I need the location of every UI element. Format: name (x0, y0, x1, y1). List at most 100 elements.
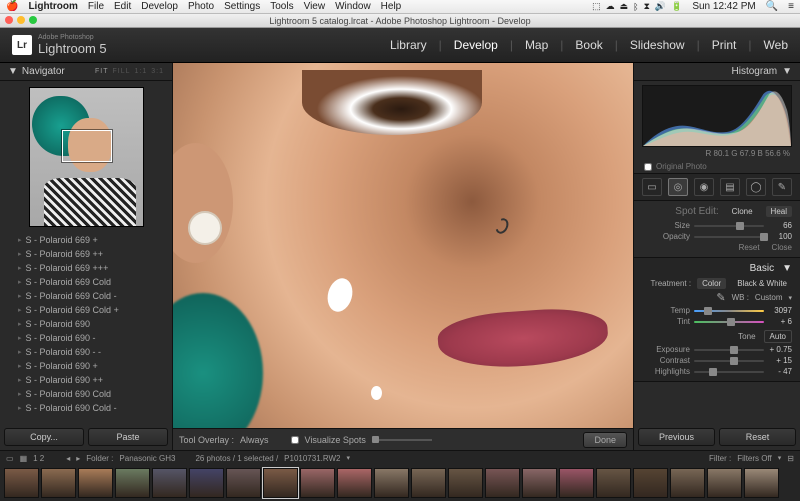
heal-mode[interactable]: Heal (766, 206, 792, 217)
filmstrip-thumb[interactable] (633, 468, 668, 498)
module-book[interactable]: Book (575, 38, 602, 52)
spotlight-icon[interactable]: 🔍 (766, 1, 778, 12)
original-photo-checkbox[interactable] (644, 163, 652, 171)
clock[interactable]: Sun 12:42 PM (692, 1, 755, 12)
treatment-bw[interactable]: Black & White (732, 278, 792, 289)
chevron-right-icon[interactable]: ▸ (76, 454, 80, 463)
filmstrip-thumb[interactable] (263, 468, 298, 498)
chevron-down-icon[interactable]: ▾ (788, 294, 792, 302)
heal-spot-marker[interactable] (324, 275, 356, 314)
menu-edit[interactable]: Edit (114, 1, 131, 12)
preset-item[interactable]: ▸S - Polaroid 690 Cold - (0, 401, 172, 415)
chevron-down-icon[interactable]: ▾ (347, 454, 351, 462)
treatment-color[interactable]: Color (697, 278, 726, 289)
exposure-slider[interactable] (694, 346, 764, 354)
close-window-button[interactable] (5, 16, 13, 24)
filmstrip-thumb[interactable] (337, 468, 372, 498)
navigator-header[interactable]: ▼ Navigator FIT FILL 1:1 3:1 (0, 63, 172, 81)
preset-item[interactable]: ▸S - Polaroid 669 Cold (0, 275, 172, 289)
filmstrip-thumb[interactable] (744, 468, 779, 498)
navigator-preview[interactable] (29, 87, 144, 227)
preset-item[interactable]: ▸S - Polaroid 669 + (0, 233, 172, 247)
paste-button[interactable]: Paste (88, 428, 168, 446)
contrast-slider[interactable] (694, 357, 764, 365)
zoom-window-button[interactable] (29, 16, 37, 24)
visualize-spots-checkbox[interactable] (291, 436, 299, 444)
notifications-icon[interactable]: ≡ (788, 1, 794, 12)
preset-item[interactable]: ▸S - Polaroid 669 +++ (0, 261, 172, 275)
preset-item[interactable]: ▸S - Polaroid 690 (0, 317, 172, 331)
menu-tools[interactable]: Tools (270, 1, 293, 12)
menu-view[interactable]: View (304, 1, 326, 12)
eyedropper-icon[interactable]: ✎ (716, 291, 725, 304)
volume-icon[interactable]: 🔊 (655, 1, 666, 12)
bluetooth-icon[interactable]: ᛒ (633, 2, 638, 12)
filmstrip-thumb[interactable] (559, 468, 594, 498)
filmstrip[interactable] (0, 465, 800, 501)
menu-file[interactable]: File (88, 1, 104, 12)
preset-item[interactable]: ▸S - Polaroid 669 Cold + (0, 303, 172, 317)
menu-window[interactable]: Window (335, 1, 371, 12)
chevron-left-icon[interactable]: ◂ (66, 454, 70, 463)
basic-title[interactable]: Basic (750, 263, 774, 274)
filter-value[interactable]: Filters Off (737, 454, 772, 463)
menu-photo[interactable]: Photo (188, 1, 214, 12)
monitor-icon[interactable]: ▭ (6, 454, 14, 463)
page-indicator[interactable]: 1 2 (33, 454, 44, 463)
minimize-window-button[interactable] (17, 16, 25, 24)
filmstrip-thumb[interactable] (411, 468, 446, 498)
module-slideshow[interactable]: Slideshow (630, 38, 685, 52)
filmstrip-thumb[interactable] (485, 468, 520, 498)
filmstrip-thumb[interactable] (522, 468, 557, 498)
filmstrip-thumb[interactable] (670, 468, 705, 498)
preset-item[interactable]: ▸S - Polaroid 690 ++ (0, 373, 172, 387)
brush-tool[interactable]: ✎ (772, 178, 792, 196)
histogram-header[interactable]: Histogram ▼ (634, 63, 800, 81)
opacity-slider[interactable] (694, 233, 764, 241)
highlights-slider[interactable] (694, 368, 764, 376)
filmstrip-thumb[interactable] (374, 468, 409, 498)
spot-reset[interactable]: Reset (739, 243, 760, 252)
copy-button[interactable]: Copy... (4, 428, 84, 446)
nav-mode-fill[interactable]: FILL (113, 68, 131, 75)
wb-value[interactable]: Custom (755, 293, 783, 302)
menu-settings[interactable]: Settings (224, 1, 260, 12)
preset-item[interactable]: ▸S - Polaroid 690 - - (0, 345, 172, 359)
module-develop[interactable]: Develop (454, 38, 498, 52)
clone-mode[interactable]: Clone (727, 206, 758, 217)
photo-canvas[interactable] (173, 63, 633, 428)
filmstrip-thumb[interactable] (448, 468, 483, 498)
preset-item[interactable]: ▸S - Polaroid 669 Cold - (0, 289, 172, 303)
histogram[interactable] (642, 85, 792, 147)
spot-close[interactable]: Close (772, 243, 792, 252)
preset-list[interactable]: ▸S - Polaroid 669 +▸S - Polaroid 669 ++▸… (0, 233, 172, 424)
navigator-crop-box[interactable] (62, 130, 112, 162)
filmstrip-thumb[interactable] (596, 468, 631, 498)
lock-icon[interactable]: ⊟ (787, 454, 794, 463)
size-slider[interactable] (694, 222, 764, 230)
nav-mode-3-1[interactable]: 3:1 (151, 68, 164, 75)
cloud-icon[interactable]: ☁ (606, 1, 615, 12)
visualize-slider[interactable] (372, 439, 432, 441)
filmstrip-thumb[interactable] (300, 468, 335, 498)
done-button[interactable]: Done (583, 432, 627, 448)
filmstrip-thumb[interactable] (226, 468, 261, 498)
heal-spot-marker[interactable] (371, 386, 382, 400)
module-library[interactable]: Library (390, 38, 427, 52)
gradient-tool[interactable]: ▤ (720, 178, 740, 196)
module-print[interactable]: Print (712, 38, 737, 52)
nav-mode-1-1[interactable]: 1:1 (135, 68, 148, 75)
previous-button[interactable]: Previous (638, 428, 715, 446)
module-web[interactable]: Web (764, 38, 788, 52)
filmstrip-thumb[interactable] (189, 468, 224, 498)
filmstrip-thumb[interactable] (152, 468, 187, 498)
dropbox-icon[interactable]: ⬚ (592, 1, 601, 12)
wifi-icon[interactable]: ⧗ (644, 1, 650, 12)
crop-tool[interactable]: ▭ (642, 178, 662, 196)
filmstrip-thumb[interactable] (41, 468, 76, 498)
menu-develop[interactable]: Develop (141, 1, 178, 12)
apple-icon[interactable]: 🍎 (6, 1, 18, 12)
auto-tone-button[interactable]: Auto (764, 330, 792, 343)
filmstrip-thumb[interactable] (115, 468, 150, 498)
radial-tool[interactable]: ◯ (746, 178, 766, 196)
